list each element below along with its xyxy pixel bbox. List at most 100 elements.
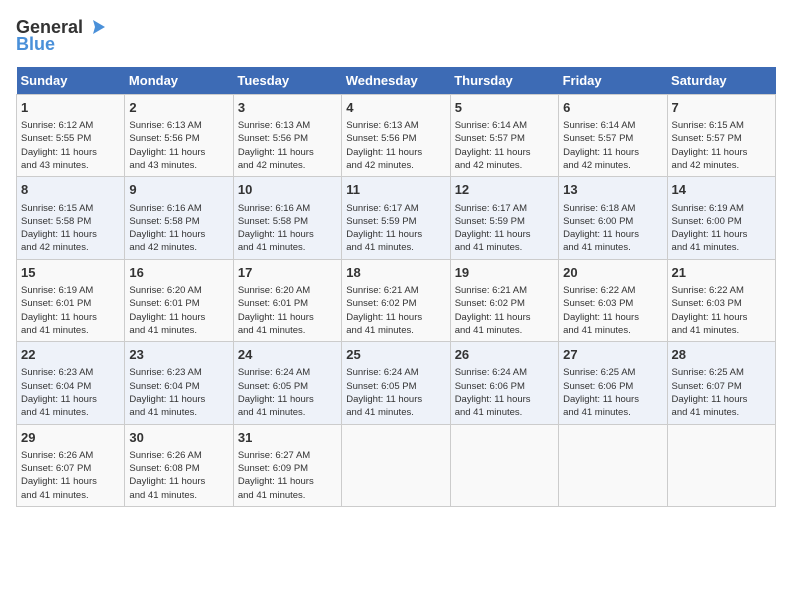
table-row: 3 Sunrise: 6:13 AM Sunset: 5:56 PM Daylig… [233,95,341,177]
table-row: 11Sunrise: 6:17 AM Sunset: 5:59 PM Dayli… [342,177,450,259]
table-row [559,424,667,506]
logo-blue: Blue [16,34,55,55]
table-row: 28 Sunrise: 6:25 AM Sunset: 6:07 PM Dayli… [667,342,775,424]
table-row: 2 Sunrise: 6:13 AM Sunset: 5:56 PM Daylig… [125,95,233,177]
table-row [450,424,558,506]
day-number: 25 [346,346,445,364]
calendar-table: Sunday Monday Tuesday Wednesday Thursday… [16,67,776,507]
calendar-week-2: 8 Sunrise: 6:15 AM Sunset: 5:58 PM Daylig… [17,177,776,259]
day-number: 5 [455,99,554,117]
day-info: Sunrise: 6:15 AM Sunset: 5:58 PM Dayligh… [21,202,120,255]
table-row: 27 Sunrise: 6:25 AM Sunset: 6:06 PM Dayli… [559,342,667,424]
day-number: 8 [21,181,120,199]
day-info: Sunrise: 6:22 AM Sunset: 6:03 PM Dayligh… [563,284,662,337]
day-info: Sunrise: 6:13 AM Sunset: 5:56 PM Dayligh… [238,119,337,172]
day-number: 13 [563,181,662,199]
day-info: Sunrise: 6:20 AM Sunset: 6:01 PM Dayligh… [129,284,228,337]
day-info: Sunrise: 6:22 AM Sunset: 6:03 PM Dayligh… [672,284,771,337]
table-row: 17Sunrise: 6:20 AM Sunset: 6:01 PM Dayli… [233,259,341,341]
day-info: Sunrise: 6:18 AM Sunset: 6:00 PM Dayligh… [563,202,662,255]
day-info: Sunrise: 6:16 AM Sunset: 5:58 PM Dayligh… [238,202,337,255]
day-number: 27 [563,346,662,364]
day-number: 31 [238,429,337,447]
table-row: 13 Sunrise: 6:18 AM Sunset: 6:00 PM Dayli… [559,177,667,259]
table-row: 15 Sunrise: 6:19 AM Sunset: 6:01 PM Dayli… [17,259,125,341]
logo-bird-icon [85,16,107,38]
table-row: 21 Sunrise: 6:22 AM Sunset: 6:03 PM Dayli… [667,259,775,341]
table-row: 4 Sunrise: 6:13 AM Sunset: 5:56 PM Daylig… [342,95,450,177]
table-row: 10 Sunrise: 6:16 AM Sunset: 5:58 PM Dayli… [233,177,341,259]
day-number: 12 [455,181,554,199]
table-row [667,424,775,506]
day-info: Sunrise: 6:19 AM Sunset: 6:00 PM Dayligh… [672,202,771,255]
day-info: Sunrise: 6:12 AM Sunset: 5:55 PM Dayligh… [21,119,120,172]
day-number: 29 [21,429,120,447]
day-number: 9 [129,181,228,199]
day-number: 16 [129,264,228,282]
table-row: 12Sunrise: 6:17 AM Sunset: 5:59 PM Dayli… [450,177,558,259]
table-row: 19 Sunrise: 6:21 AM Sunset: 6:02 PM Dayli… [450,259,558,341]
day-info: Sunrise: 6:25 AM Sunset: 6:06 PM Dayligh… [563,366,662,419]
day-info: Sunrise: 6:13 AM Sunset: 5:56 PM Dayligh… [129,119,228,172]
day-number: 26 [455,346,554,364]
day-info: Sunrise: 6:21 AM Sunset: 6:02 PM Dayligh… [455,284,554,337]
day-info: Sunrise: 6:13 AM Sunset: 5:56 PM Dayligh… [346,119,445,172]
calendar-week-5: 29 Sunrise: 6:26 AM Sunset: 6:07 PM Dayli… [17,424,776,506]
day-number: 24 [238,346,337,364]
table-row: 20 Sunrise: 6:22 AM Sunset: 6:03 PM Dayli… [559,259,667,341]
day-number: 21 [672,264,771,282]
day-info: Sunrise: 6:19 AM Sunset: 6:01 PM Dayligh… [21,284,120,337]
table-row: 22 Sunrise: 6:23 AM Sunset: 6:04 PM Dayli… [17,342,125,424]
day-number: 2 [129,99,228,117]
table-row: 5 Sunrise: 6:14 AM Sunset: 5:57 PM Daylig… [450,95,558,177]
day-info: Sunrise: 6:26 AM Sunset: 6:07 PM Dayligh… [21,449,120,502]
table-row: 18Sunrise: 6:21 AM Sunset: 6:02 PM Dayli… [342,259,450,341]
day-info: Sunrise: 6:24 AM Sunset: 6:06 PM Dayligh… [455,366,554,419]
calendar-week-1: 1 Sunrise: 6:12 AM Sunset: 5:55 PM Daylig… [17,95,776,177]
day-number: 23 [129,346,228,364]
day-number: 3 [238,99,337,117]
header: General Blue [16,16,776,55]
table-row: 16 Sunrise: 6:20 AM Sunset: 6:01 PM Dayli… [125,259,233,341]
day-number: 6 [563,99,662,117]
col-thursday: Thursday [450,67,558,95]
day-number: 4 [346,99,445,117]
table-row: 14Sunrise: 6:19 AM Sunset: 6:00 PM Dayli… [667,177,775,259]
day-number: 1 [21,99,120,117]
calendar-week-3: 15 Sunrise: 6:19 AM Sunset: 6:01 PM Dayli… [17,259,776,341]
col-sunday: Sunday [17,67,125,95]
table-row [342,424,450,506]
col-friday: Friday [559,67,667,95]
col-saturday: Saturday [667,67,775,95]
table-row: 29 Sunrise: 6:26 AM Sunset: 6:07 PM Dayli… [17,424,125,506]
day-info: Sunrise: 6:14 AM Sunset: 5:57 PM Dayligh… [563,119,662,172]
table-row: 23 Sunrise: 6:23 AM Sunset: 6:04 PM Dayli… [125,342,233,424]
table-row: 30Sunrise: 6:26 AM Sunset: 6:08 PM Dayli… [125,424,233,506]
day-number: 18 [346,264,445,282]
table-row: 7Sunrise: 6:15 AM Sunset: 5:57 PM Daylig… [667,95,775,177]
table-row: 1 Sunrise: 6:12 AM Sunset: 5:55 PM Daylig… [17,95,125,177]
day-info: Sunrise: 6:26 AM Sunset: 6:08 PM Dayligh… [129,449,228,502]
day-info: Sunrise: 6:14 AM Sunset: 5:57 PM Dayligh… [455,119,554,172]
day-info: Sunrise: 6:27 AM Sunset: 6:09 PM Dayligh… [238,449,337,502]
day-info: Sunrise: 6:23 AM Sunset: 6:04 PM Dayligh… [21,366,120,419]
day-number: 19 [455,264,554,282]
logo: General Blue [16,16,107,55]
table-row: 25 Sunrise: 6:24 AM Sunset: 6:05 PM Dayli… [342,342,450,424]
table-row: 6 Sunrise: 6:14 AM Sunset: 5:57 PM Daylig… [559,95,667,177]
day-number: 22 [21,346,120,364]
day-number: 17 [238,264,337,282]
day-number: 11 [346,181,445,199]
day-info: Sunrise: 6:25 AM Sunset: 6:07 PM Dayligh… [672,366,771,419]
day-info: Sunrise: 6:24 AM Sunset: 6:05 PM Dayligh… [346,366,445,419]
day-info: Sunrise: 6:16 AM Sunset: 5:58 PM Dayligh… [129,202,228,255]
calendar-week-4: 22 Sunrise: 6:23 AM Sunset: 6:04 PM Dayli… [17,342,776,424]
day-number: 7 [672,99,771,117]
day-info: Sunrise: 6:23 AM Sunset: 6:04 PM Dayligh… [129,366,228,419]
day-number: 10 [238,181,337,199]
day-number: 20 [563,264,662,282]
col-wednesday: Wednesday [342,67,450,95]
day-number: 28 [672,346,771,364]
day-number: 15 [21,264,120,282]
col-monday: Monday [125,67,233,95]
